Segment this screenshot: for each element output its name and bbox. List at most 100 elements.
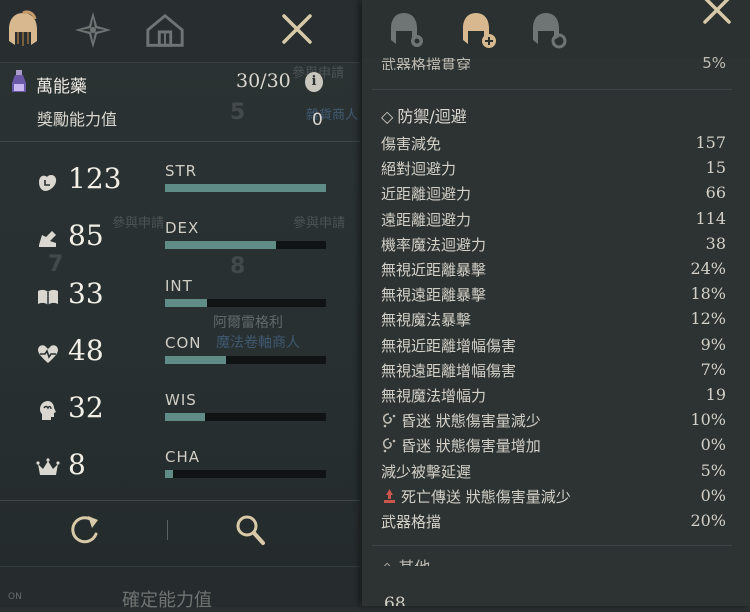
stat-label: 昏迷 狀態傷害量減少 (401, 412, 541, 431)
stat-row-cha[interactable]: 8 CHA (0, 448, 360, 498)
stun-icon (382, 438, 396, 453)
stat-value: 33 (68, 277, 104, 310)
stat-bar (165, 413, 326, 421)
stat-name: DEX (165, 219, 200, 237)
stat-value: 15 (705, 158, 726, 178)
stat-value: 0% (700, 485, 726, 505)
stat-row-int[interactable]: 33 INT (0, 277, 360, 327)
list-item: 無視魔法增幅力 19 (381, 385, 726, 407)
close-button[interactable] (280, 12, 314, 50)
section-title: 防禦/迴避 (397, 107, 467, 126)
stat-name: WIS (165, 391, 197, 409)
stat-bar-fill (165, 413, 206, 421)
reset-button[interactable] (66, 512, 102, 548)
stat-bar-fill (165, 184, 326, 192)
stat-bar (165, 356, 326, 364)
bonus-points-value: 0 (312, 110, 323, 130)
stat-bar-fill (165, 299, 207, 307)
stat-bar (165, 470, 326, 478)
search-button[interactable] (232, 512, 268, 548)
stat-label: 近距離迴避力 (381, 185, 472, 204)
list-item: 機率魔法迴避力 38 (381, 234, 726, 256)
stat-value: 19 (705, 385, 726, 404)
section-header: ◇ 防禦/迴避 (381, 103, 467, 127)
stat-label: 無視魔法暴擊 (381, 311, 472, 330)
stat-bar-fill (165, 241, 277, 249)
str-icon (39, 174, 57, 191)
list-item: 無視近距離暴擊 24% (381, 259, 726, 281)
stat-value: 114 (695, 208, 726, 228)
list-item: 無視近距離增幅傷害 9% (381, 335, 726, 357)
stat-label: 無視遠距離暴擊 (381, 286, 487, 305)
stat-bar (165, 299, 326, 307)
stat-value: 5% (702, 54, 726, 70)
info-icon[interactable]: i (305, 72, 323, 92)
elixir-row: 萬能藥 30/30 i (10, 70, 350, 98)
stat-label: 減少被擊延遲 (381, 462, 472, 481)
list-item: 無視魔法暴擊 12% (381, 309, 726, 331)
stat-value: 123 (68, 162, 122, 195)
stat-value: 9% (700, 334, 726, 354)
reset-icon (71, 516, 98, 544)
stat-value: 12% (690, 309, 726, 329)
list-item: 無視遠距離增幅傷害 7% (381, 360, 726, 382)
bonus-points-label: 獎勵能力值 (37, 110, 118, 129)
compass-tab[interactable] (72, 8, 114, 52)
stat-row-con[interactable]: 48 CON (0, 334, 360, 384)
elixir-count: 30/30 (236, 70, 291, 92)
stat-value: 24% (690, 259, 726, 278)
divider (0, 141, 360, 142)
stat-name: CON (165, 334, 202, 352)
section-title: 其他 (398, 558, 430, 566)
stat-label: 機率魔法迴避力 (381, 235, 487, 254)
stat-bar (165, 241, 326, 249)
stat-name: INT (165, 277, 193, 295)
stat-value: 0% (700, 435, 726, 455)
close-icon (282, 14, 312, 44)
stat-details-panel: 武器格擋貫穿 5% ◇ 防禦/迴避 傷害減免 157 絕對迴避力 15 近距離迴避力 66 遠… (362, 0, 750, 606)
confirm-stats-button[interactable]: 確定能力值 (122, 586, 212, 612)
stat-label: 死亡傳送 狀態傷害量減少 (401, 487, 571, 506)
list-item: 減少被擊延遲 5% (381, 461, 726, 483)
guild-hall-icon (146, 13, 184, 47)
list-item: 近距離迴避力 66 (381, 183, 726, 205)
stat-row-dex[interactable]: 85 DEX (0, 219, 360, 269)
section-header: ◇ 其他 (381, 554, 430, 566)
stat-label: 昏迷 狀態傷害量增加 (401, 437, 541, 456)
stat-value: 20% (690, 511, 726, 530)
list-item: 武器格擋 20% (381, 511, 726, 533)
stat-value: 5% (700, 460, 726, 480)
diamond-icon: ◇ (381, 558, 393, 566)
guild-hall-tab[interactable] (144, 8, 186, 52)
stat-label: 無視魔法增幅力 (381, 387, 487, 405)
death-teleport-icon (384, 488, 395, 503)
stat-value: 18% (690, 284, 726, 304)
stat-value: 157 (695, 133, 726, 152)
stat-bar-fill (165, 356, 227, 364)
toggle-label: ON (8, 592, 22, 602)
divider (167, 520, 168, 540)
stat-value: 48 (68, 334, 104, 367)
stat-row-wis[interactable]: 32 WIS (0, 391, 360, 441)
list-item: 死亡傳送 狀態傷害量減少 0% (381, 486, 726, 508)
stat-value: 10% (690, 410, 726, 430)
dex-icon (39, 231, 56, 247)
stat-value: 68 (384, 594, 406, 606)
helmet-tab[interactable] (2, 8, 44, 52)
bg-number: 5 (230, 100, 246, 125)
diamond-icon: ◇ (381, 107, 394, 126)
stat-label: 武器格擋貫穿 (381, 56, 472, 70)
wis-icon (40, 401, 56, 420)
stat-label: 無視近距離增幅傷害 (381, 336, 517, 355)
con-icon (38, 345, 58, 363)
stat-row-str[interactable]: 123 STR (0, 162, 360, 212)
elixir-icon (12, 70, 26, 92)
compass-icon (75, 12, 111, 48)
magnifier-icon (236, 515, 265, 545)
stat-detail-list[interactable]: 武器格擋貫穿 5% ◇ 防禦/迴避 傷害減免 157 絕對迴避力 15 近距離迴避力 66 遠… (362, 0, 750, 606)
action-bar (0, 500, 360, 561)
cha-icon (36, 458, 60, 475)
stat-label: 絕對迴避力 (381, 160, 457, 179)
stat-value: 66 (705, 183, 726, 203)
stat-bar (165, 184, 326, 192)
